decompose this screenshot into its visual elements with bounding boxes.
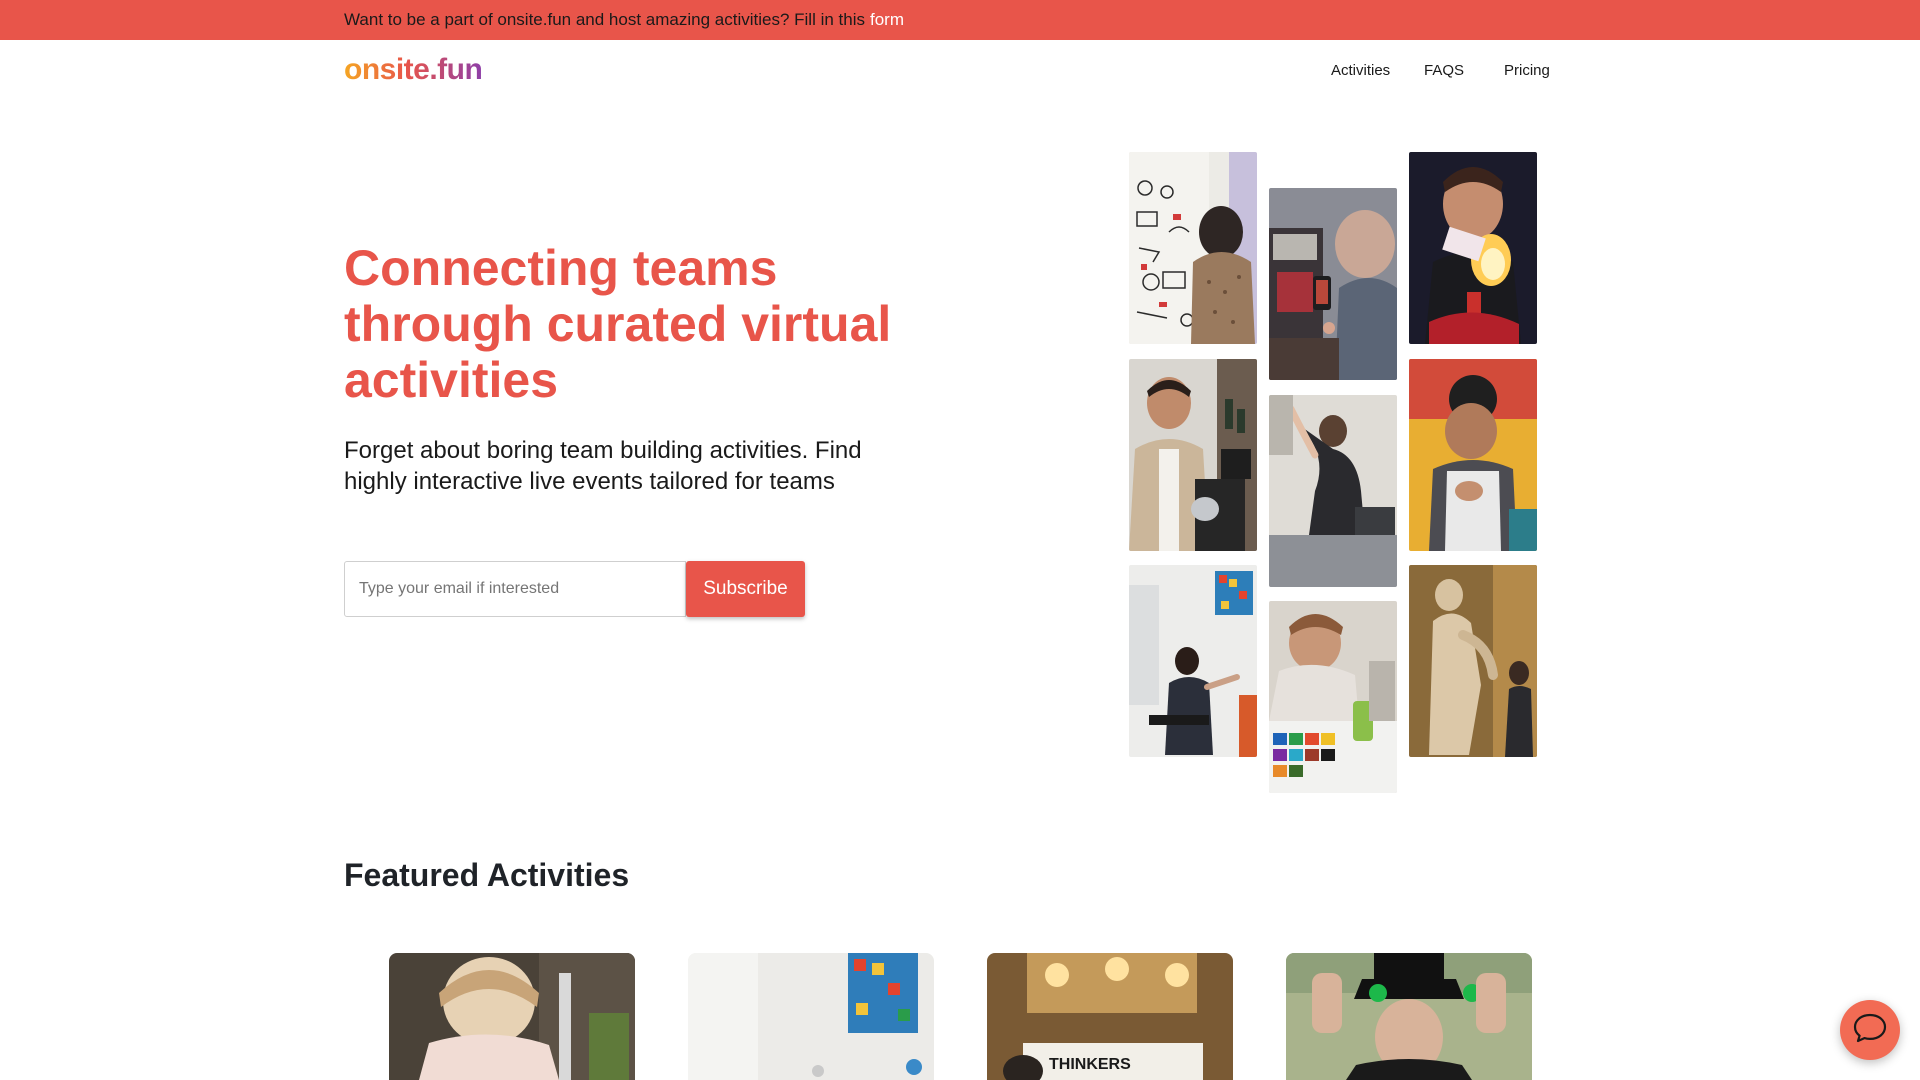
banner-form-link[interactable]: form xyxy=(870,10,904,29)
online-painter-photo xyxy=(1129,565,1257,757)
nav-faqs[interactable]: FAQS xyxy=(1424,62,1464,79)
nav-activities[interactable]: Activities xyxy=(1331,62,1390,79)
hero-subtitle: Forget about boring team building activi… xyxy=(344,437,862,495)
email-input[interactable] xyxy=(344,561,686,617)
chat-button[interactable] xyxy=(1840,1000,1900,1060)
whiteboard-sketch-photo xyxy=(1129,152,1257,344)
banner-text: Want to be a part of onsite.fun and host… xyxy=(344,10,904,30)
watercolor-painting-photo xyxy=(1269,601,1397,793)
mixology-host-photo xyxy=(1129,359,1257,551)
yoga-stretch-photo xyxy=(1269,395,1397,587)
magic-fire-card-photo xyxy=(1409,152,1537,344)
banner-message: Want to be a part of onsite.fun and host… xyxy=(344,10,865,29)
puzzle-game-photo xyxy=(1269,188,1397,380)
subscribe-button[interactable]: Subscribe xyxy=(686,561,805,617)
site-logo[interactable]: onsite.fun xyxy=(344,53,483,87)
watercolor-class-card[interactable] xyxy=(389,953,635,1080)
hero-title: Connecting teams through curated virtual… xyxy=(344,240,892,408)
museum-tour-photo xyxy=(1409,565,1537,757)
nav-pricing[interactable]: Pricing xyxy=(1504,62,1550,79)
chef-cooking-photo xyxy=(1409,359,1537,551)
chat-bubble-icon xyxy=(1852,1012,1888,1049)
announcement-banner: Want to be a part of onsite.fun and host… xyxy=(0,0,1920,40)
thinkers-sign-text: THINKERS xyxy=(1049,1056,1131,1073)
art-studio-card[interactable] xyxy=(688,953,934,1080)
magician-show-card[interactable] xyxy=(1286,953,1532,1080)
featured-activities-title: Featured Activities xyxy=(344,857,630,893)
thinkers-escape-room-card[interactable]: THINKERS xyxy=(987,953,1233,1080)
